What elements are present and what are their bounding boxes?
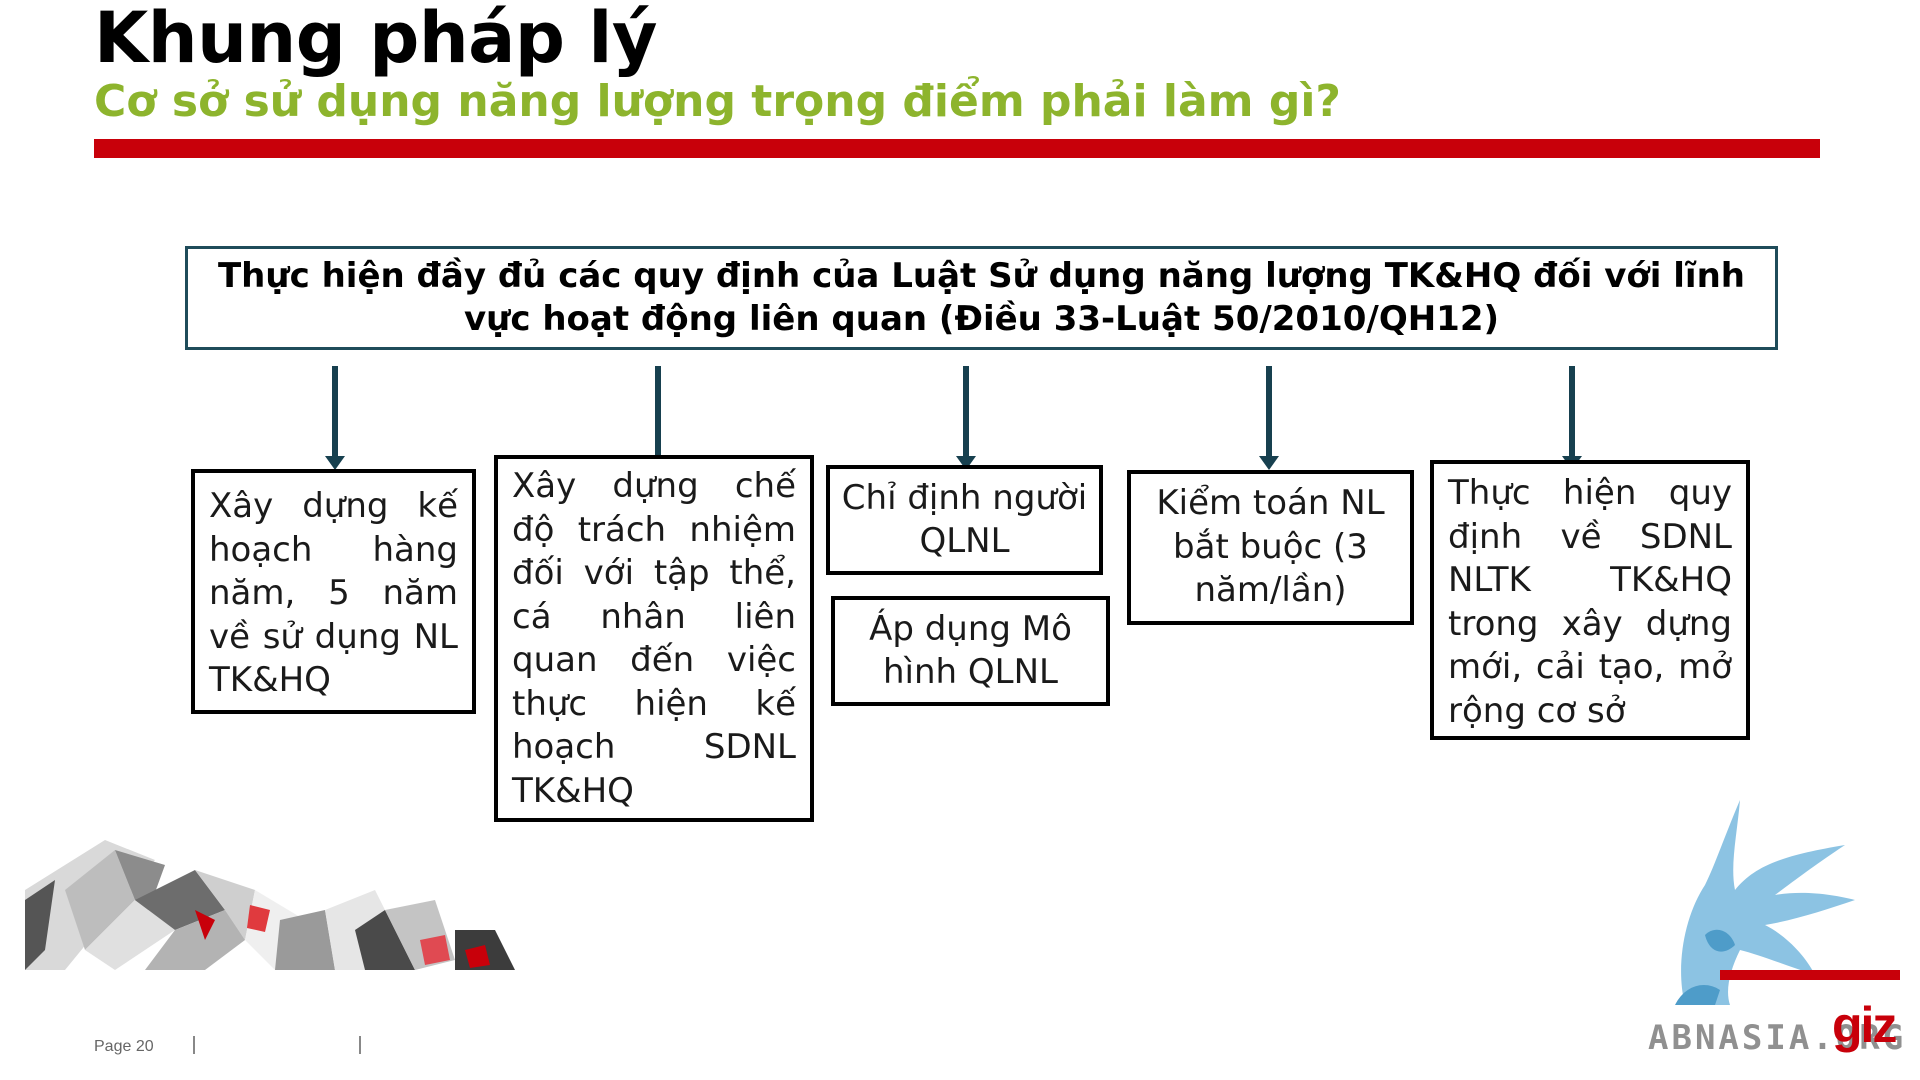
- box-appoint-manager-text: Chỉ định người QLNL: [841, 477, 1088, 562]
- box-apply-model-text: Áp dụng Mô hình QLNL: [869, 608, 1072, 693]
- box-apply-model: Áp dụng Mô hình QLNL: [831, 596, 1110, 706]
- box-responsibility-regime-text: Xây dựng chế độ trách nhiệm đối với tập …: [512, 466, 796, 811]
- box-construction-regulations-text: Thực hiện quy định về SDNL NLTK TK&HQ tr…: [1448, 473, 1732, 731]
- box-construction-regulations: Thực hiện quy định về SDNL NLTK TK&HQ tr…: [1430, 460, 1750, 740]
- decorative-polygon-art: [25, 840, 515, 970]
- arrow-4: [1259, 366, 1279, 470]
- box-mandatory-audit-text: Kiểm toán NL bắt buộc (3 năm/lần): [1156, 483, 1385, 611]
- title-divider-bar: [94, 139, 1820, 158]
- giz-logo-text: giz: [1832, 997, 1897, 1053]
- box-mandatory-audit: Kiểm toán NL bắt buộc (3 năm/lần): [1127, 470, 1414, 625]
- box-responsibility-regime: Xây dựng chế độ trách nhiệm đối với tập …: [494, 455, 814, 822]
- arrow-3: [956, 366, 976, 470]
- top-requirement-text: Thực hiện đầy đủ các quy định của Luật S…: [217, 256, 1745, 339]
- top-requirement-box: Thực hiện đầy đủ các quy định của Luật S…: [185, 246, 1778, 350]
- arrow-2: [648, 366, 668, 470]
- footer-separator-2: [359, 1036, 361, 1054]
- page-number: Page 20: [94, 1038, 154, 1055]
- box-annual-plan: Xây dựng kế hoạch hàng năm, 5 năm về sử …: [191, 469, 476, 714]
- arrow-5: [1562, 366, 1582, 470]
- arrow-1: [325, 366, 345, 470]
- box-appoint-manager: Chỉ định người QLNL: [826, 465, 1103, 575]
- giz-red-line: [1720, 970, 1900, 980]
- box-annual-plan-text: Xây dựng kế hoạch hàng năm, 5 năm về sử …: [209, 486, 458, 700]
- eagle-logo-icon: [1675, 800, 1855, 1005]
- footer-separator-1: [193, 1036, 195, 1054]
- slide-subtitle: Cơ sở sử dụng năng lượng trọng điểm phải…: [94, 76, 1341, 127]
- slide-title: Khung pháp lý: [94, 0, 658, 79]
